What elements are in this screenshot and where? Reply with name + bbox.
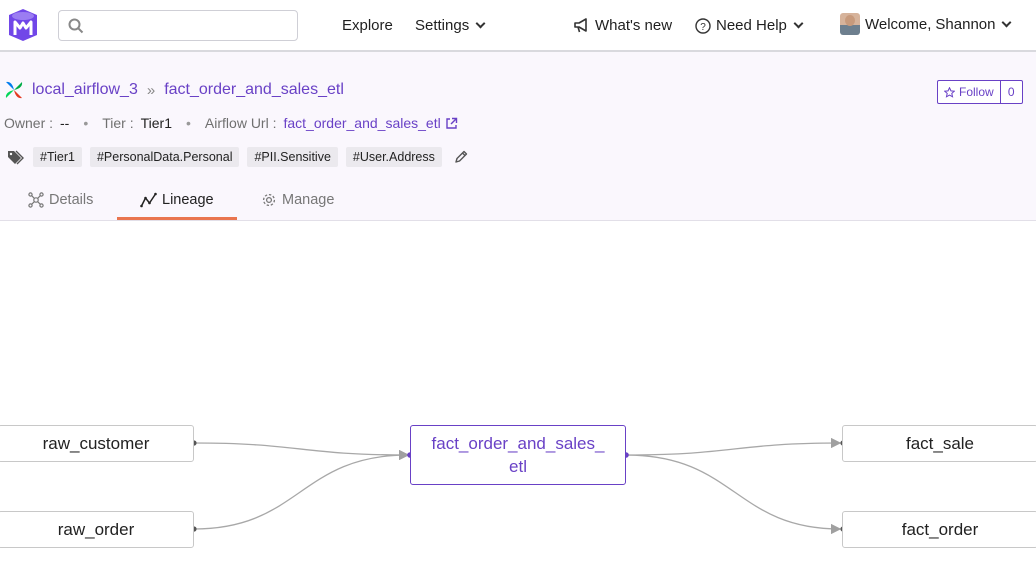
nav-settings-label: Settings	[415, 17, 470, 34]
owner-label: Owner :	[4, 115, 54, 131]
tag-chip[interactable]: #Tier1	[33, 147, 82, 167]
meta-separator: •	[186, 115, 191, 131]
help-circle-icon: ?	[695, 17, 711, 34]
chevron-down-icon	[475, 18, 486, 28]
nav-need-help[interactable]: ? Need Help	[695, 17, 804, 34]
nav-explore-label: Explore	[342, 17, 393, 34]
svg-text:?: ?	[700, 22, 706, 33]
node-label: raw_customer	[42, 433, 150, 453]
app-logo-icon[interactable]	[7, 8, 39, 42]
node-label-line: fact_order_and_sales_	[431, 434, 605, 453]
nav-whats-new-label: What's new	[595, 17, 673, 34]
edit-pencil-icon[interactable]	[454, 150, 468, 164]
breadcrumb-pipeline-link[interactable]: fact_order_and_sales_etl	[164, 81, 344, 99]
tag-chip[interactable]: #PII.Sensitive	[247, 147, 338, 167]
tab-details[interactable]: Details	[28, 192, 93, 208]
entity-header: local_airflow_3 » fact_order_and_sales_e…	[0, 52, 1036, 221]
breadcrumb-separator-icon: »	[146, 81, 156, 99]
follow-count: 0	[1000, 80, 1023, 104]
node-label-line: etl	[509, 457, 527, 476]
lineage-node-upstream[interactable]: raw_customer	[0, 425, 194, 462]
follow-button[interactable]: Follow	[937, 80, 1001, 104]
lineage-icon	[140, 192, 157, 208]
search-input[interactable]	[58, 10, 298, 41]
tier-value: Tier1	[140, 115, 173, 131]
breadcrumb: local_airflow_3 » fact_order_and_sales_e…	[4, 80, 344, 100]
lineage-node-downstream[interactable]: fact_order	[842, 511, 1036, 548]
star-icon	[944, 86, 955, 98]
tab-manage[interactable]: Manage	[261, 192, 334, 208]
nav-whats-new[interactable]: What's new	[573, 17, 672, 34]
meta-separator: •	[83, 115, 89, 131]
lineage-edge	[625, 437, 842, 456]
megaphone-icon	[574, 18, 587, 33]
tab-manage-label: Manage	[282, 192, 335, 208]
tier-label: Tier :	[102, 115, 134, 131]
tag-list: #Tier1 #PersonalData.Personal #PII.Sensi…	[7, 147, 468, 167]
entity-meta: Owner : -- • Tier : Tier1 • Airflow Url …	[4, 115, 458, 131]
search-icon	[68, 18, 84, 34]
chevron-down-icon	[793, 18, 804, 28]
active-tab-indicator	[117, 217, 237, 220]
user-name: Shannon	[935, 16, 996, 33]
airflow-url-link[interactable]: fact_order_and_sales_etl	[283, 115, 440, 131]
tab-details-label: Details	[49, 192, 94, 208]
lineage-edge	[193, 449, 410, 530]
node-label: fact_order	[901, 519, 979, 539]
tab-lineage[interactable]: Lineage	[140, 192, 214, 208]
lineage-node-downstream[interactable]: fact_sale	[842, 425, 1036, 462]
lineage-canvas[interactable]: raw_customer raw_order fact_order_and_sa…	[0, 221, 1036, 583]
top-navbar: Explore Settings What's new ? Need Help …	[0, 0, 1036, 52]
lineage-edge	[625, 454, 842, 535]
manage-icon	[262, 193, 276, 207]
breadcrumb-service-link[interactable]: local_airflow_3	[32, 81, 138, 99]
owner-value: --	[60, 115, 70, 131]
avatar[interactable]	[840, 13, 860, 35]
tab-bar: Details Lineage Manage	[0, 186, 1036, 221]
details-icon	[28, 192, 44, 208]
welcome-label: Welcome,	[865, 16, 932, 33]
tag-chip[interactable]: #PersonalData.Personal	[89, 147, 240, 167]
chevron-down-icon	[1002, 17, 1012, 27]
external-link-icon[interactable]	[445, 117, 458, 130]
tag-chip[interactable]: #User.Address	[345, 147, 442, 167]
follow-label: Follow	[959, 85, 994, 99]
airflow-icon	[5, 81, 23, 99]
follow-control: Follow 0	[937, 80, 1023, 104]
user-menu[interactable]: Welcome, Shannon	[865, 16, 1012, 33]
nav-need-help-label: Need Help	[716, 17, 787, 34]
tags-icon	[8, 150, 24, 164]
lineage-edge	[193, 442, 410, 461]
lineage-node-upstream[interactable]: raw_order	[0, 511, 194, 548]
lineage-node-current[interactable]: fact_order_and_sales_ etl	[410, 425, 626, 485]
nav-settings[interactable]: Settings	[415, 17, 486, 34]
node-label: fact_sale	[905, 433, 975, 453]
nav-explore[interactable]: Explore	[342, 17, 393, 34]
tab-lineage-label: Lineage	[162, 192, 214, 208]
airflow-url-label: Airflow Url :	[204, 115, 277, 131]
node-label: raw_order	[57, 519, 135, 539]
